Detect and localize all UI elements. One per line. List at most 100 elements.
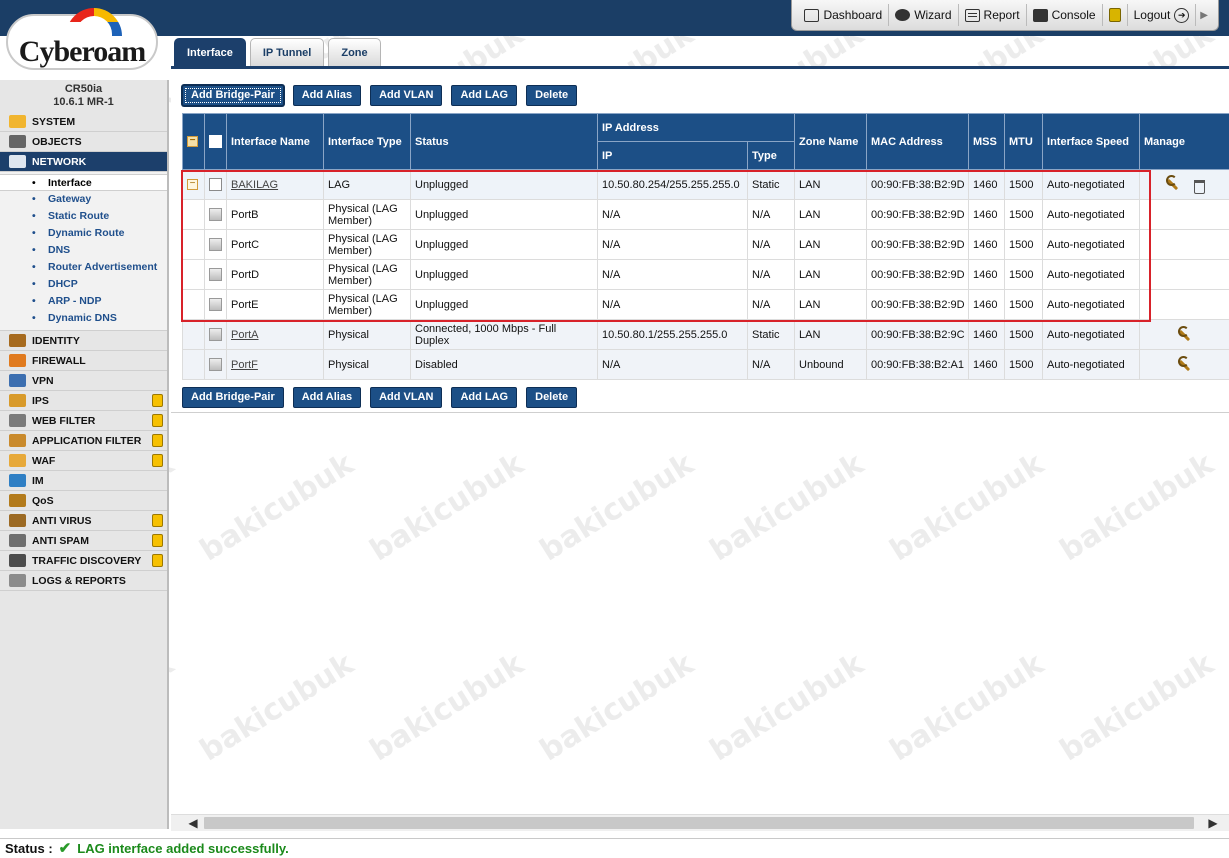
add-alias-button[interactable]: Add Alias	[292, 85, 362, 106]
col-ip[interactable]: IP	[597, 141, 748, 170]
select-all-checkbox[interactable]	[209, 135, 222, 148]
sidebar-item-logs-reports[interactable]: LOGS & REPORTS	[0, 571, 167, 591]
lock-icon	[152, 534, 163, 547]
dashboard-link[interactable]: Dashboard	[798, 4, 890, 26]
add-vlan-button[interactable]: Add VLAN	[370, 387, 443, 408]
edit-wrench-icon[interactable]	[1177, 325, 1192, 341]
col-mtu[interactable]: MTU	[1004, 113, 1044, 170]
edit-wrench-icon[interactable]	[1177, 355, 1192, 371]
sidebar-item-label: QoS	[32, 494, 54, 507]
row-checkbox-disabled	[209, 358, 222, 371]
sidebar-item-system[interactable]: SYSTEM	[0, 112, 167, 132]
col-interface-name[interactable]: Interface Name	[226, 113, 324, 170]
sidebar-item-vpn[interactable]: VPN	[0, 371, 167, 391]
collapse-cell[interactable]: −	[182, 169, 205, 200]
sidebar-item-objects[interactable]: OBJECTS	[0, 132, 167, 152]
lock-button[interactable]	[1103, 4, 1128, 26]
sidebar-item-firewall[interactable]: FIREWALL	[0, 351, 167, 371]
manage-cell	[1139, 169, 1229, 200]
console-link[interactable]: Console	[1027, 4, 1103, 26]
sidebar-item-label: WEB FILTER	[32, 414, 96, 427]
report-label: Report	[983, 8, 1020, 22]
add-bridge-pair-button[interactable]: Add Bridge-Pair	[182, 387, 284, 408]
sidebar-item-identity[interactable]: IDENTITY	[0, 331, 167, 351]
mtu-cell: 1500	[1004, 319, 1044, 350]
mac-cell: 00:90:FB:38:B2:9D	[866, 259, 970, 290]
sidebar-subitem-dynamic-route[interactable]: Dynamic Route	[0, 225, 167, 242]
scroll-left-icon[interactable]: ◀	[185, 815, 201, 831]
collapse-icon[interactable]: −	[187, 179, 198, 191]
lock-icon	[152, 414, 163, 427]
tab-zone[interactable]: Zone	[328, 38, 381, 66]
logout-label: Logout	[1133, 8, 1171, 22]
add-lag-button[interactable]: Add LAG	[451, 387, 518, 408]
sidebar-subitem-dynamic-dns[interactable]: Dynamic DNS	[0, 310, 167, 327]
sidebar-subitem-router-advertisement[interactable]: Router Advertisement	[0, 259, 167, 276]
ip-type-cell: N/A	[746, 349, 796, 380]
sidebar-item-ips[interactable]: IPS	[0, 391, 167, 411]
subitem-label: Router Advertisement	[48, 261, 158, 273]
sidebar-subitem-static-route[interactable]: Static Route	[0, 208, 167, 225]
delete-button[interactable]: Delete	[526, 387, 578, 408]
add-vlan-button[interactable]: Add VLAN	[370, 85, 443, 106]
select-cell	[204, 259, 227, 290]
col-status[interactable]: Status	[410, 113, 598, 170]
col-interface-speed[interactable]: Interface Speed	[1042, 113, 1141, 170]
interface-type-cell: Physical (LAG Member)	[323, 229, 411, 260]
sidebar-item-application-filter[interactable]: APPLICATION FILTER	[0, 431, 167, 451]
mss-cell: 1460	[968, 169, 1006, 200]
col-mac-address[interactable]: MAC Address	[866, 113, 970, 170]
sidebar-subitem-dns[interactable]: DNS	[0, 242, 167, 259]
horizontal-scrollbar[interactable]: ◀ ▶	[171, 814, 1229, 831]
sidebar-subitem-gateway[interactable]: Gateway	[0, 191, 167, 208]
col-mss[interactable]: MSS	[968, 113, 1006, 170]
sidebar-item-waf[interactable]: WAF	[0, 451, 167, 471]
sidebar-subitem-dhcp[interactable]: DHCP	[0, 276, 167, 293]
sidebar-item-traffic-discovery[interactable]: TRAFFIC DISCOVERY	[0, 551, 167, 571]
interface-name-link[interactable]: BAKILAG	[231, 179, 278, 191]
wizard-link[interactable]: Wizard	[889, 4, 959, 26]
row-checkbox[interactable]	[209, 178, 222, 191]
col-ip-type[interactable]: Type	[746, 141, 796, 170]
col-zone-name[interactable]: Zone Name	[794, 113, 868, 170]
add-bridge-pair-button[interactable]: Add Bridge-Pair	[182, 85, 284, 106]
add-lag-button[interactable]: Add LAG	[451, 85, 518, 106]
sidebar-item-anti-spam[interactable]: ANTI SPAM	[0, 531, 167, 551]
interface-name-link[interactable]: PortF	[231, 359, 258, 371]
sidebar-item-anti-virus[interactable]: ANTI VIRUS	[0, 511, 167, 531]
lock-icon	[152, 554, 163, 567]
delete-button[interactable]: Delete	[526, 85, 578, 106]
status-cell: Unplugged	[410, 199, 598, 230]
sidebar-item-label: IDENTITY	[32, 334, 80, 347]
expand-all-header[interactable]: −	[182, 113, 205, 170]
scroll-right-icon[interactable]: ▶	[1205, 815, 1221, 831]
status-message: LAG interface added successfully.	[77, 840, 289, 856]
tab-ip-tunnel[interactable]: IP Tunnel	[249, 38, 325, 66]
interface-name-link[interactable]: PortA	[231, 329, 259, 341]
logout-link[interactable]: Logout ➔	[1128, 4, 1197, 26]
col-interface-type[interactable]: Interface Type	[323, 113, 411, 170]
report-link[interactable]: Report	[959, 4, 1027, 26]
sidebar-item-network[interactable]: NETWORK	[0, 152, 167, 172]
trash-icon[interactable]	[1193, 180, 1205, 195]
sidebar-subitem-interface[interactable]: Interface	[0, 174, 167, 192]
speed-cell: Auto-negotiated	[1042, 289, 1141, 320]
select-all-header[interactable]	[204, 113, 227, 170]
sidebar-subitem-arp-ndp[interactable]: ARP - NDP	[0, 293, 167, 310]
edit-wrench-icon[interactable]	[1165, 174, 1180, 190]
sidebar-item-web-filter[interactable]: WEB FILTER	[0, 411, 167, 431]
anti-virus-icon	[9, 514, 26, 527]
ip-cell: N/A	[597, 229, 748, 260]
sidebar-item-im[interactable]: IM	[0, 471, 167, 491]
ip-cell: 10.50.80.254/255.255.255.0	[597, 169, 748, 200]
sidebar-item-qos[interactable]: QoS	[0, 491, 167, 511]
manage-cell	[1139, 199, 1229, 230]
select-cell	[204, 289, 227, 320]
web-filter-icon	[9, 414, 26, 427]
expand-toolbar-button[interactable]: ▶	[1196, 4, 1212, 26]
device-version: 10.6.1 MR-1	[53, 96, 114, 108]
add-alias-button[interactable]: Add Alias	[292, 387, 362, 408]
mss-cell: 1460	[968, 319, 1006, 350]
scrollbar-thumb[interactable]	[204, 817, 1194, 829]
tab-interface[interactable]: Interface	[174, 38, 246, 66]
